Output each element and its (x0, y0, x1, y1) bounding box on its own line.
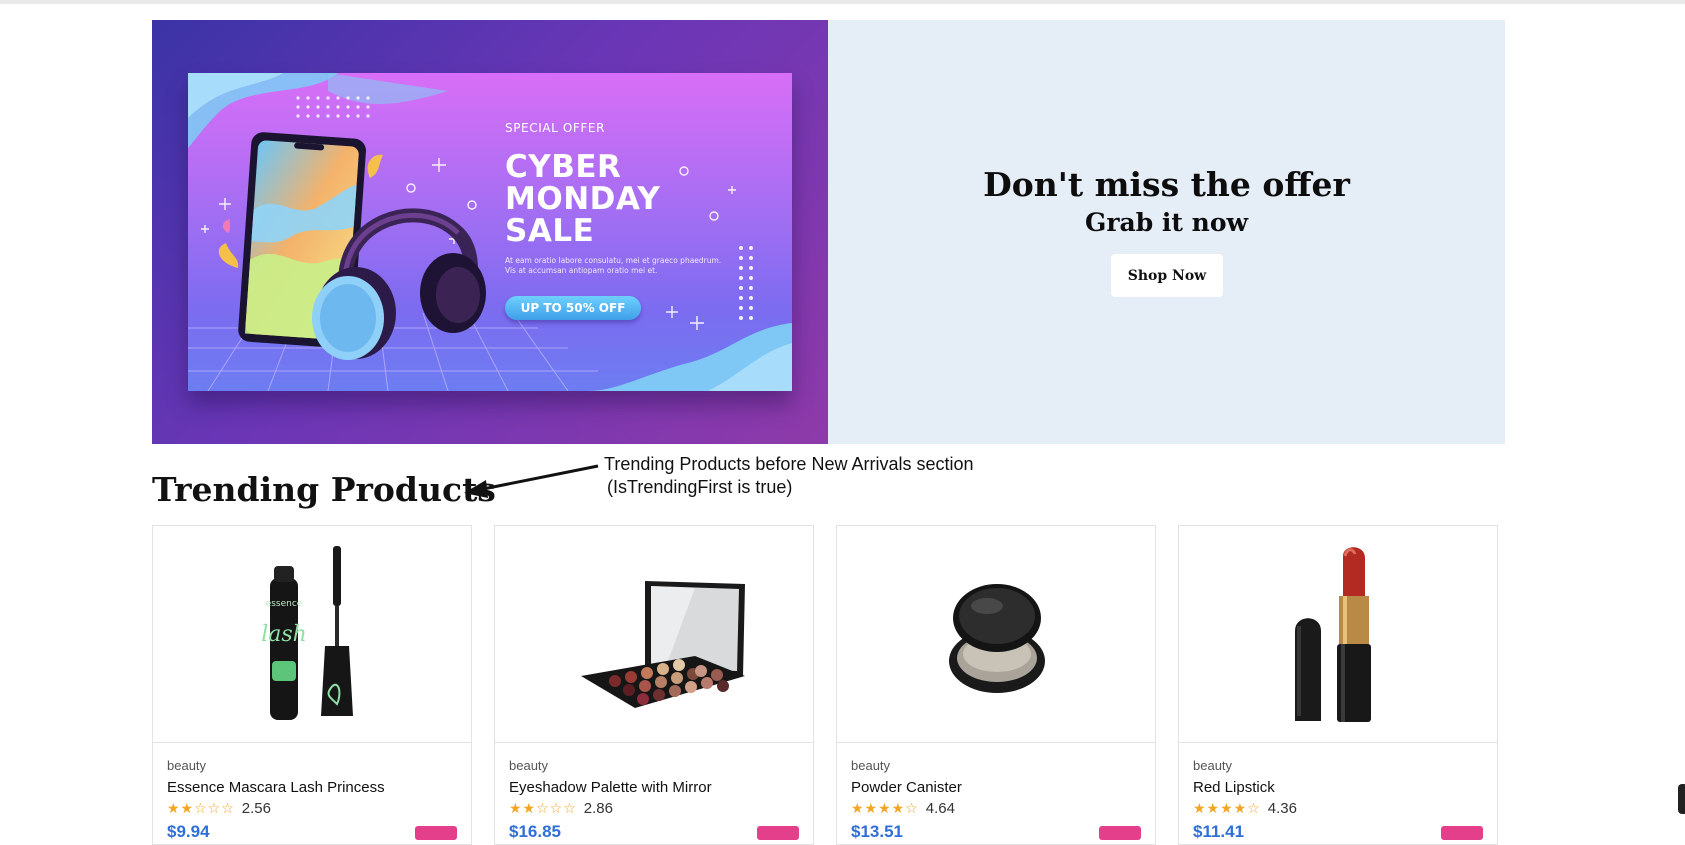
promo-image-panel: SPECIAL OFFER CYBER MONDAY SALE At eam o… (152, 20, 828, 444)
section-title: Trending Products (152, 470, 496, 509)
product-category: beauty (167, 758, 207, 773)
offer-subtitle: Grab it now (1084, 208, 1249, 237)
annotation-line-1: Trending Products before New Arrivals se… (604, 454, 974, 474)
lipstick-image (1295, 547, 1371, 722)
star-rating-icon: ★★☆☆☆ (509, 800, 577, 817)
product-rating: ★★☆☆☆ 2.56 (167, 800, 271, 817)
product-name[interactable]: Red Lipstick (1193, 779, 1275, 796)
product-image[interactable] (1179, 526, 1497, 743)
product-category: beauty (509, 758, 549, 773)
annotation-note: Trending Products before New Arrivals se… (604, 453, 974, 499)
promo-description: At eam oratio labore consulatu, mei et g… (505, 256, 722, 275)
product-image[interactable]: essence lash (153, 526, 471, 743)
product-price: $13.51 (851, 822, 903, 841)
mascara-image: essence lash (261, 546, 353, 720)
product-price: $16.85 (509, 822, 561, 841)
product-badge[interactable] (1099, 826, 1141, 840)
rating-value: 2.56 (241, 800, 271, 817)
svg-text:essence: essence (266, 599, 303, 609)
product-name[interactable]: Eyeshadow Palette with Mirror (509, 779, 712, 796)
annotation-line-2: (IsTrendingFirst is true) (607, 477, 793, 497)
star-rating-icon: ★★★★☆ (1193, 800, 1261, 817)
product-card[interactable]: beauty Red Lipstick ★★★★☆ 4.36 $11.41 (1178, 525, 1498, 845)
promo-headline: CYBER MONDAY SALE (505, 149, 661, 249)
annotation-arrow-icon (464, 464, 599, 498)
product-price: $9.94 (167, 822, 210, 841)
offer-panel: Don't miss the offer Grab it now Shop No… (828, 20, 1505, 444)
hero-banner: SPECIAL OFFER CYBER MONDAY SALE At eam o… (152, 20, 1505, 444)
product-grid: essence lash beauty Essence Mascara Lash… (152, 525, 1505, 845)
eyeshadow-palette-image (581, 581, 745, 708)
product-image[interactable] (837, 526, 1155, 743)
product-name[interactable]: Essence Mascara Lash Princess (167, 779, 385, 796)
rating-value: 2.86 (583, 800, 613, 817)
cyber-monday-promo-image: SPECIAL OFFER CYBER MONDAY SALE At eam o… (188, 73, 792, 391)
offer-title: Don't miss the offer (983, 165, 1350, 204)
product-badge[interactable] (757, 826, 799, 840)
product-badge[interactable] (415, 826, 457, 840)
product-category: beauty (851, 758, 891, 773)
scroll-edge-tab[interactable] (1678, 784, 1685, 814)
promo-artwork (188, 73, 792, 391)
product-category: beauty (1193, 758, 1233, 773)
product-image[interactable] (495, 526, 813, 743)
top-border (0, 0, 1685, 4)
product-rating: ★★☆☆☆ 2.86 (509, 800, 613, 817)
star-rating-icon: ★★☆☆☆ (167, 800, 235, 817)
shop-now-button[interactable]: Shop Now (1111, 254, 1223, 297)
discount-pill: UP TO 50% OFF (505, 296, 641, 320)
rating-value: 4.36 (1267, 800, 1297, 817)
rating-value: 4.64 (925, 800, 955, 817)
product-rating: ★★★★☆ 4.64 (851, 800, 955, 817)
product-name[interactable]: Powder Canister (851, 779, 962, 796)
special-offer-label: SPECIAL OFFER (505, 121, 606, 135)
star-rating-icon: ★★★★☆ (851, 800, 919, 817)
powder-compact-image (949, 584, 1045, 693)
product-price: $11.41 (1193, 822, 1245, 841)
product-rating: ★★★★☆ 4.36 (1193, 800, 1297, 817)
product-card[interactable]: beauty Eyeshadow Palette with Mirror ★★☆… (494, 525, 814, 845)
svg-text:lash: lash (261, 622, 307, 647)
product-badge[interactable] (1441, 826, 1483, 840)
product-card[interactable]: beauty Powder Canister ★★★★☆ 4.64 $13.51 (836, 525, 1156, 845)
product-card[interactable]: essence lash beauty Essence Mascara Lash… (152, 525, 472, 845)
